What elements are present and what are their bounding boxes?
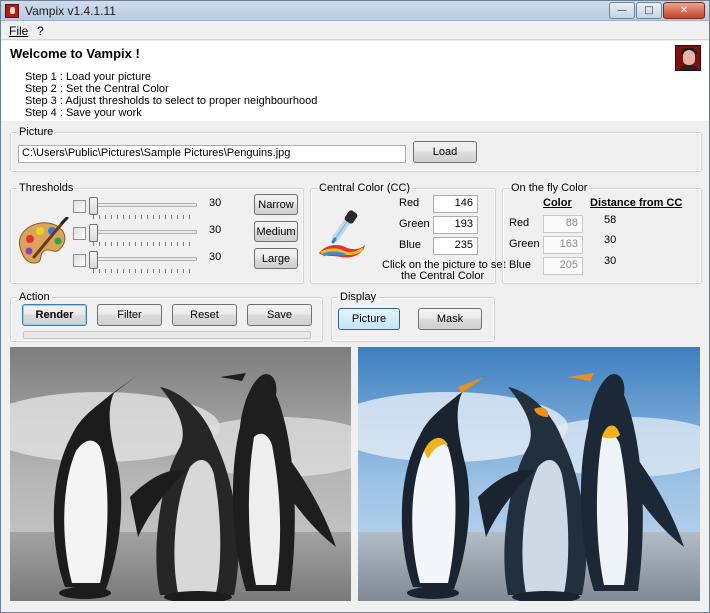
medium-button[interactable]: Medium [254, 221, 298, 242]
display-group-label: Display [338, 291, 379, 303]
otf-red-distance: 58 [604, 214, 617, 226]
otf-green-distance: 30 [604, 234, 617, 246]
threshold-3-thumb[interactable] [89, 251, 98, 269]
author-avatar [675, 45, 701, 71]
threshold-1-ticks [93, 215, 195, 219]
display-group: Display Picture Mask [331, 291, 495, 342]
cc-red-input[interactable]: 146 [433, 195, 478, 213]
threshold-1-value: 30 [209, 197, 222, 209]
cc-red-label: Red [399, 197, 420, 209]
otf-distance-header: Distance from CC [590, 197, 683, 209]
threshold-1-checkbox[interactable] [73, 200, 86, 213]
grayscale-penguins-image[interactable] [10, 347, 351, 601]
window-title: Vampix v1.4.1.11 [25, 4, 116, 18]
threshold-1-thumb[interactable] [89, 197, 98, 215]
close-icon: ✕ [679, 5, 689, 16]
large-button[interactable]: Large [254, 248, 298, 269]
narrow-button[interactable]: Narrow [254, 194, 298, 215]
threshold-2-track[interactable] [89, 230, 197, 234]
thresholds-group: Thresholds 30 30 30 Narrow Medium Large [10, 182, 304, 284]
action-group-label: Action [17, 291, 52, 303]
central-color-group: Central Color (CC) Red 146 Green 193 Blu… [310, 182, 506, 284]
menu-bar: File ? [1, 22, 709, 40]
reset-button[interactable]: Reset [172, 304, 237, 326]
load-button[interactable]: Load [413, 141, 477, 163]
original-picture[interactable] [10, 347, 351, 601]
threshold-3-checkbox[interactable] [73, 254, 86, 267]
thresholds-group-label: Thresholds [17, 182, 76, 194]
central-color-group-label: Central Color (CC) [317, 182, 413, 194]
cc-blue-label: Blue [399, 239, 422, 251]
threshold-2-ticks [93, 242, 195, 246]
minimize-icon: — [617, 5, 627, 16]
vampix-app-icon[interactable] [5, 4, 19, 18]
threshold-3-value: 30 [209, 251, 222, 263]
threshold-2-thumb[interactable] [89, 224, 98, 242]
color-dropper-icon [319, 210, 365, 258]
palette-icon [18, 217, 69, 264]
cc-blue-input[interactable]: 235 [433, 237, 478, 255]
step-1: Step 1 : Load your picture [25, 71, 151, 83]
display-mask-button[interactable]: Mask [418, 308, 482, 330]
cc-green-label: Green [399, 218, 430, 230]
step-3: Step 3 : Adjust thresholds to select to … [25, 95, 318, 107]
threshold-1-track[interactable] [89, 203, 197, 207]
threshold-3-ticks [93, 269, 195, 273]
color-penguins-image[interactable] [358, 347, 700, 601]
menu-file[interactable]: File [9, 24, 28, 38]
save-button[interactable]: Save [247, 304, 312, 326]
window-controls: — □ ✕ [608, 2, 705, 19]
otf-blue-value: 205 [543, 257, 583, 275]
maximize-icon: □ [644, 5, 654, 16]
menu-help[interactable]: ? [37, 24, 44, 38]
menu-file-label: File [9, 24, 29, 38]
maximize-button[interactable]: □ [636, 2, 662, 19]
close-button[interactable]: ✕ [663, 2, 705, 19]
step-2: Step 2 : Set the Central Color [25, 83, 169, 95]
picture-group: Picture C:\Users\Public\Pictures\Sample … [10, 126, 702, 172]
picture-group-label: Picture [17, 126, 56, 138]
vampix-window: Vampix v1.4.1.11 — □ ✕ File ? Welcome to… [0, 0, 710, 613]
cc-hint-line2: the Central Color [401, 270, 485, 282]
filter-button[interactable]: Filter [97, 304, 162, 326]
render-button[interactable]: Render [22, 304, 87, 326]
welcome-panel: Welcome to Vampix ! Step 1 : Load your p… [1, 41, 709, 121]
otf-color-header: Color [543, 197, 572, 209]
cc-green-input[interactable]: 193 [433, 216, 478, 234]
threshold-3-track[interactable] [89, 257, 197, 261]
display-picture-button[interactable]: Picture [338, 308, 400, 330]
otf-blue-distance: 30 [604, 255, 617, 267]
title-bar[interactable]: Vampix v1.4.1.11 — □ ✕ [1, 1, 709, 21]
progress-bar [23, 331, 311, 339]
processed-picture[interactable] [358, 347, 700, 601]
otf-red-label: Red [509, 217, 530, 229]
on-the-fly-color-group: On the fly Color Color Distance from CC … [502, 182, 702, 284]
minimize-button[interactable]: — [609, 2, 635, 19]
threshold-2-checkbox[interactable] [73, 227, 86, 240]
otf-green-value: 163 [543, 236, 583, 254]
otf-blue-label: Blue [509, 259, 532, 271]
picture-path-input[interactable]: C:\Users\Public\Pictures\Sample Pictures… [18, 145, 406, 163]
welcome-title: Welcome to Vampix ! [10, 46, 140, 61]
step-4: Step 4 : Save your work [25, 107, 142, 119]
otf-red-value: 88 [543, 215, 583, 233]
action-group: Action Render Filter Reset Save [10, 291, 323, 342]
threshold-2-value: 30 [209, 224, 222, 236]
otf-green-label: Green [509, 238, 540, 250]
on-the-fly-group-label: On the fly Color [509, 182, 590, 194]
